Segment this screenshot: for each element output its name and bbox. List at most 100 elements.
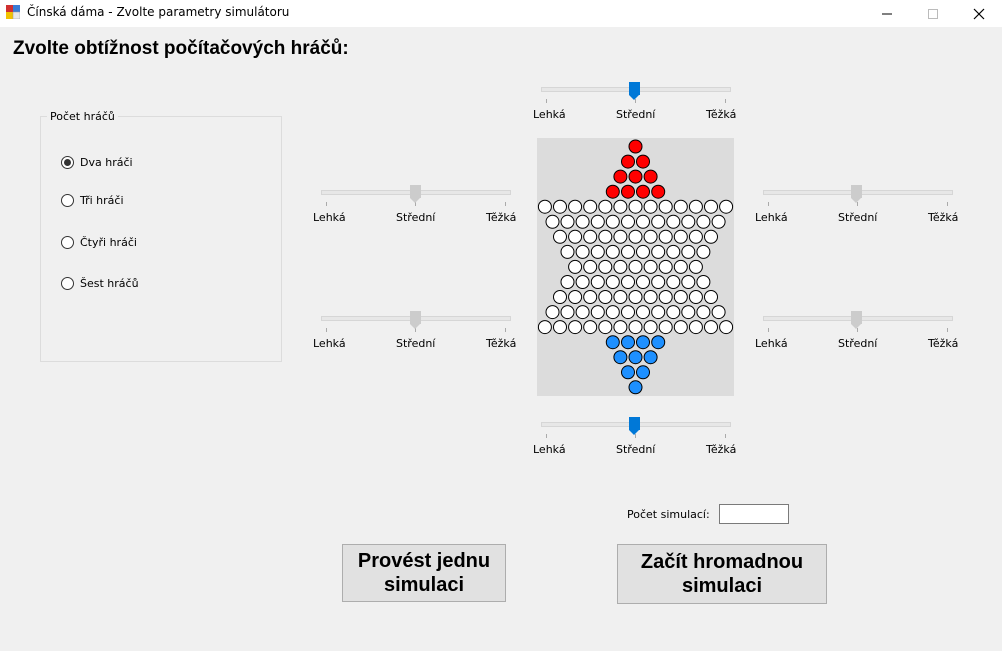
board-hole [704,199,718,214]
game-board [537,138,734,396]
board-hole [553,320,567,335]
board-hole [568,290,583,304]
board-hole [696,275,711,289]
board-hole [628,380,643,395]
slider-tick [768,328,769,332]
radio-button[interactable] [61,156,74,169]
radio-label: Šest hráčů [80,277,139,290]
board-hole [628,199,643,214]
simulation-count-label: Počet simulací: [627,508,710,521]
board-hole [673,259,688,274]
board-hole [681,214,696,229]
slider-thumb[interactable] [410,185,421,203]
board-hole [583,320,598,335]
radio-six-players[interactable]: Šest hráčů [61,277,139,290]
slider-thumb[interactable] [851,311,862,329]
slider-tick [947,328,948,332]
board-hole [613,290,628,304]
board-hole [560,214,575,229]
board-hole [673,199,688,214]
slider-label-easy: Lehká [533,443,566,456]
board-hole [621,305,635,320]
board-hole [651,184,666,199]
slider-tick [768,202,769,206]
board-hole [711,214,726,229]
board-hole [590,305,605,320]
board-hole [651,335,666,350]
minimize-button[interactable] [864,0,910,27]
window-title: Čínská dáma - Zvolte parametry simulátor… [27,5,290,19]
slider-tick [326,328,327,332]
close-icon [973,8,985,19]
board-hole [666,305,681,320]
board-hole [568,199,583,214]
radio-button[interactable] [61,236,74,249]
board-hole [613,199,628,214]
board-hole [537,199,552,214]
radio-label: Tři hráči [80,194,124,207]
difficulty-slider-right-upper[interactable]: Lehká Střední Těžká [755,185,959,245]
board-hole [598,290,613,304]
board-hole [613,169,628,184]
slider-tick [326,202,327,206]
simulation-count-input[interactable] [719,504,789,524]
slider-label-easy: Lehká [755,211,788,224]
board-hole [636,275,650,289]
board-hole [636,154,650,169]
radio-three-players[interactable]: Tři hráči [61,194,124,207]
board-hole [628,290,643,304]
maximize-button[interactable] [910,0,956,27]
board-hole [583,199,598,214]
board-hole [598,229,613,244]
board-hole [590,244,605,259]
close-button[interactable] [956,0,1002,27]
board-hole [598,320,613,335]
players-groupbox: Počet hráčů Dva hráči Tři hráči Čtyři hr… [40,110,282,362]
difficulty-slider-top[interactable]: Lehká Střední Těžká [533,82,737,142]
slider-thumb[interactable] [410,311,421,329]
radio-button[interactable] [61,194,74,207]
board-hole [621,275,635,289]
difficulty-slider-right-lower[interactable]: Lehká Střední Těžká [755,311,959,371]
radio-two-players[interactable]: Dva hráči [61,156,133,169]
board-hole [568,229,583,244]
board-hole [658,259,673,274]
radio-button[interactable] [61,277,74,290]
board-hole [575,214,590,229]
slider-thumb[interactable] [851,185,862,203]
board-hole [636,305,650,320]
board-hole [666,275,681,289]
batch-simulation-button[interactable]: Začít hromadnou simulaci [617,544,827,604]
slider-label-medium: Střední [616,443,656,456]
board-hole [605,275,620,289]
board-hole [598,259,613,274]
board-holes [537,139,734,395]
slider-thumb[interactable] [629,82,640,100]
single-simulation-button[interactable]: Provést jednu simulaci [342,544,506,602]
slider-tick [725,434,726,438]
board-hole [643,259,658,274]
slider-thumb[interactable] [629,417,640,435]
board-hole [643,199,658,214]
board-hole [613,350,628,365]
board-hole [621,335,635,350]
board-hole [560,275,575,289]
board-hole [643,290,658,304]
slider-label-medium: Střední [396,211,436,224]
board-hole [658,320,673,335]
maximize-icon [928,8,938,19]
board-hole [628,139,643,154]
radio-four-players[interactable]: Čtyři hráči [61,236,137,249]
difficulty-slider-left-lower[interactable]: Lehká Střední Těžká [313,311,517,371]
difficulty-slider-bottom[interactable]: Lehká Střední Těžká [533,417,737,477]
difficulty-slider-left-upper[interactable]: Lehká Střední Těžká [313,185,517,245]
board-hole [696,214,711,229]
board-hole [673,290,688,304]
board-hole [545,214,560,229]
board-hole [711,305,726,320]
board-hole [621,244,635,259]
slider-label-medium: Střední [838,337,878,350]
board-hole [681,275,696,289]
board-hole [575,275,590,289]
slider-label-easy: Lehká [755,337,788,350]
